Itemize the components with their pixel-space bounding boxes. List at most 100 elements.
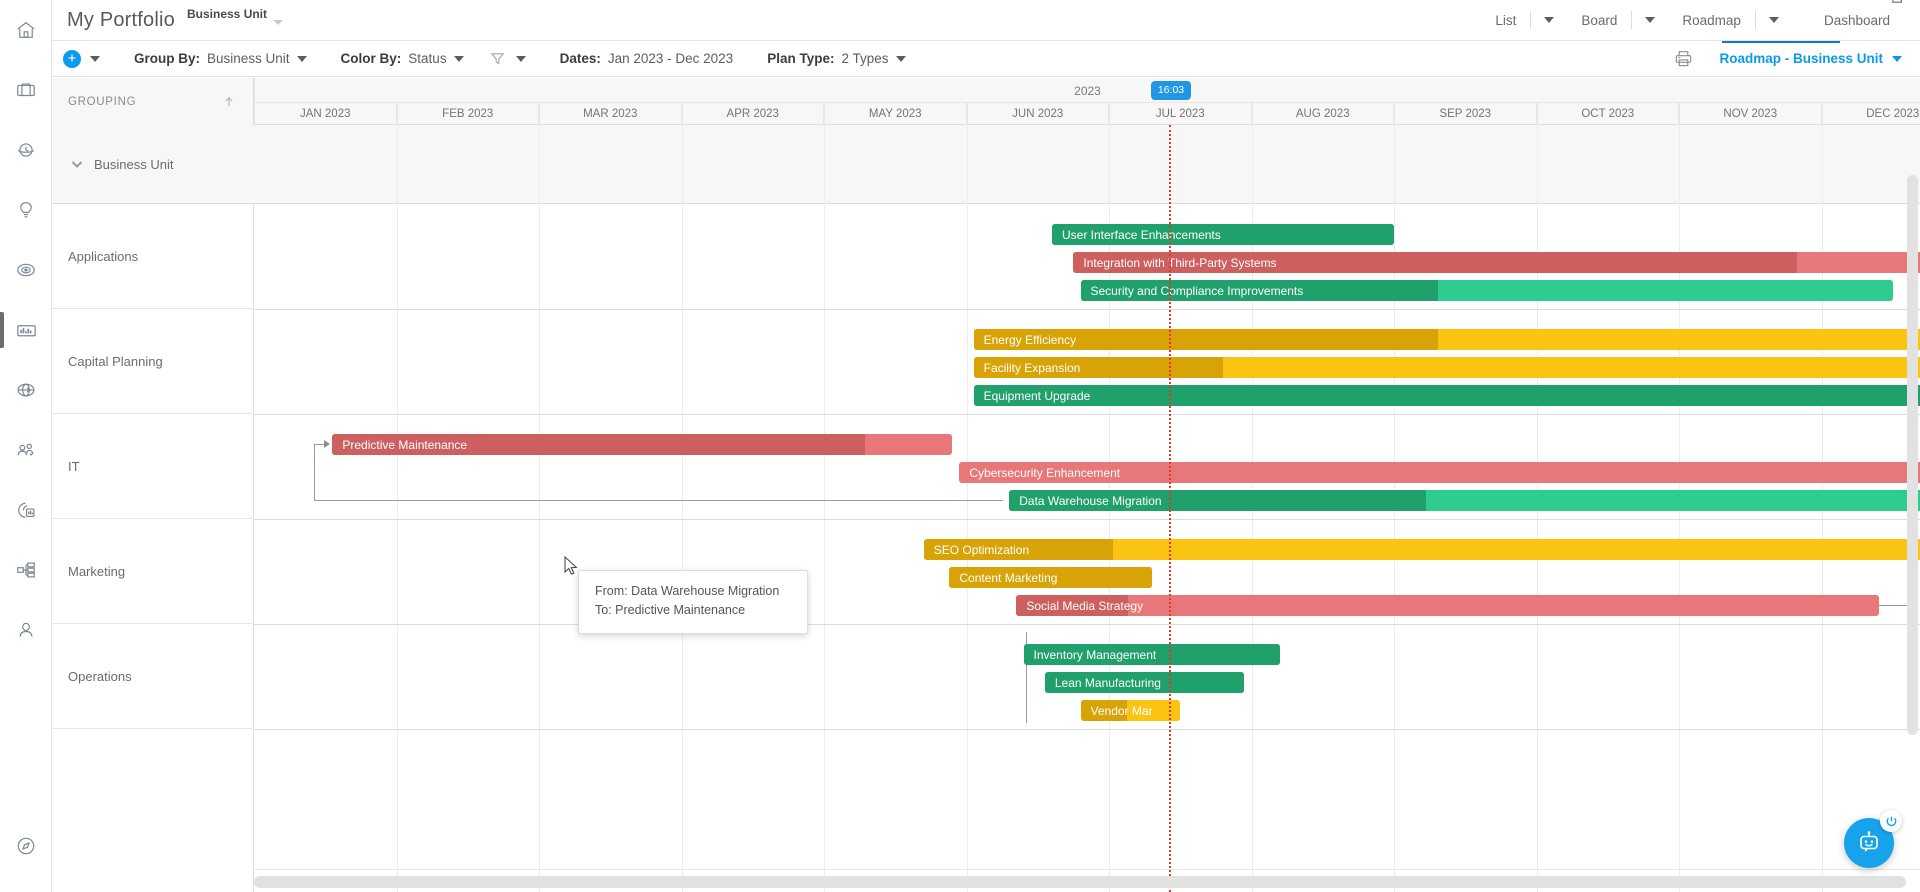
group-row-label[interactable]: IT xyxy=(52,414,254,519)
home-icon xyxy=(17,21,35,38)
timeline-year-header: 2023 xyxy=(52,78,1920,103)
roadmap-bar[interactable]: Social Media Strategy xyxy=(1016,595,1879,616)
group-header-row[interactable]: Business Unit xyxy=(52,125,254,204)
group-row-label[interactable]: Operations xyxy=(52,624,254,729)
color-by-control[interactable]: Color By: Status xyxy=(341,51,464,66)
roadmap-grid: 2023 GROUPING JAN 2023 FEB 2023 MAR 2023 AP… xyxy=(52,78,1920,892)
timeline-month-cell: FEB 2023 xyxy=(396,103,539,125)
roadmap-bar-label: Inventory Management xyxy=(1033,647,1157,662)
roadmap-bar-label: Social Media Strategy xyxy=(1026,598,1144,613)
tab-roadmap-caret[interactable] xyxy=(1754,11,1792,29)
plan-type-control[interactable]: Plan Type: 2 Types xyxy=(767,51,906,66)
roadmap-bar[interactable]: Security and Compliance Improvements xyxy=(1080,280,1893,301)
tab-list-caret[interactable] xyxy=(1530,11,1567,29)
roadmap-bar[interactable]: Inventory Management xyxy=(1023,644,1280,665)
chatbot-power-button[interactable] xyxy=(1880,810,1902,832)
chevron-down-icon xyxy=(453,55,464,62)
horizontal-scrollbar-thumb[interactable] xyxy=(254,876,1906,888)
tooltip-to-line: To: Predictive Maintenance xyxy=(595,603,746,617)
chevron-down-icon xyxy=(1645,17,1656,23)
roadmap-bar[interactable]: Content Marketing xyxy=(949,567,1152,588)
timeline-month-label: FEB 2023 xyxy=(442,108,494,120)
grouping-column: Business Unit Applications Capital Planni… xyxy=(52,125,254,892)
clock-icon xyxy=(17,143,35,157)
tab-list[interactable]: List xyxy=(1481,0,1567,41)
group-row-label[interactable]: Capital Planning xyxy=(52,309,254,414)
portfolio-subtitle: Business Unit xyxy=(187,7,268,21)
group-by-control[interactable]: Group By: Business Unit xyxy=(134,51,307,66)
chevron-down-icon[interactable] xyxy=(70,157,84,171)
globe-icon xyxy=(17,383,35,397)
tab-roadmap-label[interactable]: Roadmap xyxy=(1668,13,1755,28)
horizontal-scrollbar[interactable] xyxy=(254,876,1906,888)
report-selector[interactable]: Roadmap - Business Unit xyxy=(1719,51,1902,66)
roadmap-bar[interactable]: Integration with Third-Party Systems xyxy=(1073,252,1920,273)
add-dropdown-caret[interactable] xyxy=(90,55,100,62)
sidebar-item-ideas[interactable] xyxy=(0,180,52,240)
tab-list-label[interactable]: List xyxy=(1481,13,1530,28)
tab-board-label[interactable]: Board xyxy=(1567,13,1631,28)
vertical-scrollbar[interactable] xyxy=(1907,175,1918,735)
toolbar: + Group By: Business Unit Color By: Stat… xyxy=(52,40,1920,77)
sidebar-item-help[interactable] xyxy=(0,816,52,876)
chevron-down-icon xyxy=(895,55,906,62)
roadmap-bar-label: Security and Compliance Improvements xyxy=(1090,283,1304,298)
bar-chart-icon xyxy=(16,324,36,336)
printer-icon[interactable] xyxy=(1674,49,1693,68)
timeline-month-label: OCT 2023 xyxy=(1581,108,1635,120)
sidebar-item-portfolio[interactable] xyxy=(0,60,52,120)
roadmap-bar[interactable]: SEO Optimization xyxy=(923,539,1920,560)
left-icon-rail xyxy=(0,0,52,892)
tab-board-caret[interactable] xyxy=(1631,11,1668,29)
today-marker-line xyxy=(1168,125,1171,892)
filter-control[interactable] xyxy=(490,51,526,66)
sort-ascending-icon[interactable] xyxy=(223,96,235,108)
group-row-label[interactable]: Marketing xyxy=(52,519,254,624)
roadmap-bar-label: Lean Manufacturing xyxy=(1054,675,1161,690)
roadmap-bar-label: Predictive Maintenance xyxy=(342,437,468,452)
chatbot-icon xyxy=(1860,831,1878,852)
briefcase-icon xyxy=(17,83,35,97)
chevron-down-icon xyxy=(1892,55,1902,62)
roadmap-bar[interactable]: Vendor Mar xyxy=(1080,700,1181,721)
roadmap-bar[interactable]: User Interface Enhancements xyxy=(1052,224,1394,245)
sidebar-item-roadmaps[interactable] xyxy=(0,300,52,360)
power-icon xyxy=(1886,816,1896,826)
sidebar-item-global[interactable] xyxy=(0,360,52,420)
tab-dashboard[interactable]: Dashboard xyxy=(1792,0,1904,41)
sidebar-item-goals[interactable] xyxy=(0,240,52,300)
roadmap-bar-label: Equipment Upgrade xyxy=(983,388,1091,403)
color-by-label: Color By: xyxy=(340,51,402,66)
timeline-month-label: NOV 2023 xyxy=(1723,108,1778,120)
dates-control[interactable]: Dates: Jan 2023 - Dec 2023 xyxy=(560,51,734,66)
tab-dashboard-label[interactable]: Dashboard xyxy=(1810,13,1904,28)
timeline-month-cell: NOV 2023 xyxy=(1679,103,1822,125)
roadmap-bar-label: Cybersecurity Enhancement xyxy=(969,465,1121,480)
roadmap-bar-label: Energy Efficiency xyxy=(983,332,1077,347)
timeline-month-cell: JUN 2023 xyxy=(966,103,1109,125)
roadmap-bar[interactable]: Facility Expansion xyxy=(973,357,1920,378)
tab-board[interactable]: Board xyxy=(1567,0,1668,41)
roadmap-bar[interactable]: Cybersecurity Enhancement xyxy=(959,462,1920,483)
roadmap-bar[interactable]: Lean Manufacturing xyxy=(1044,672,1245,693)
sidebar-item-resources[interactable] xyxy=(0,420,52,480)
sidebar-item-home[interactable] xyxy=(0,0,52,60)
sidebar-item-reports[interactable] xyxy=(0,480,52,540)
tab-roadmap[interactable]: Roadmap xyxy=(1668,0,1792,41)
grouping-column-header[interactable]: GROUPING xyxy=(52,78,254,125)
lightbulb-icon xyxy=(20,202,32,218)
chevron-down-icon xyxy=(296,55,307,62)
portfolio-subtitle-caret-icon[interactable] xyxy=(273,19,284,25)
add-button[interactable]: + xyxy=(63,49,81,68)
group-row-label[interactable]: Applications xyxy=(52,204,254,309)
roadmap-bar[interactable]: Predictive Maintenance xyxy=(332,434,953,455)
roadmap-bar[interactable]: Energy Efficiency xyxy=(973,329,1920,350)
roadmap-bar-label: Facility Expansion xyxy=(983,360,1081,375)
sidebar-item-timesheets[interactable] xyxy=(0,120,52,180)
roadmap-bar[interactable]: Data Warehouse Migration xyxy=(1009,490,1920,511)
toolbar-right: Roadmap - Business Unit xyxy=(1674,49,1920,68)
sidebar-item-structure[interactable] xyxy=(0,540,52,600)
roadmap-bar[interactable]: Equipment Upgrade xyxy=(973,385,1920,406)
sidebar-item-profile[interactable] xyxy=(0,600,52,660)
timeline-month-cell: JUL 2023 xyxy=(1109,103,1252,125)
